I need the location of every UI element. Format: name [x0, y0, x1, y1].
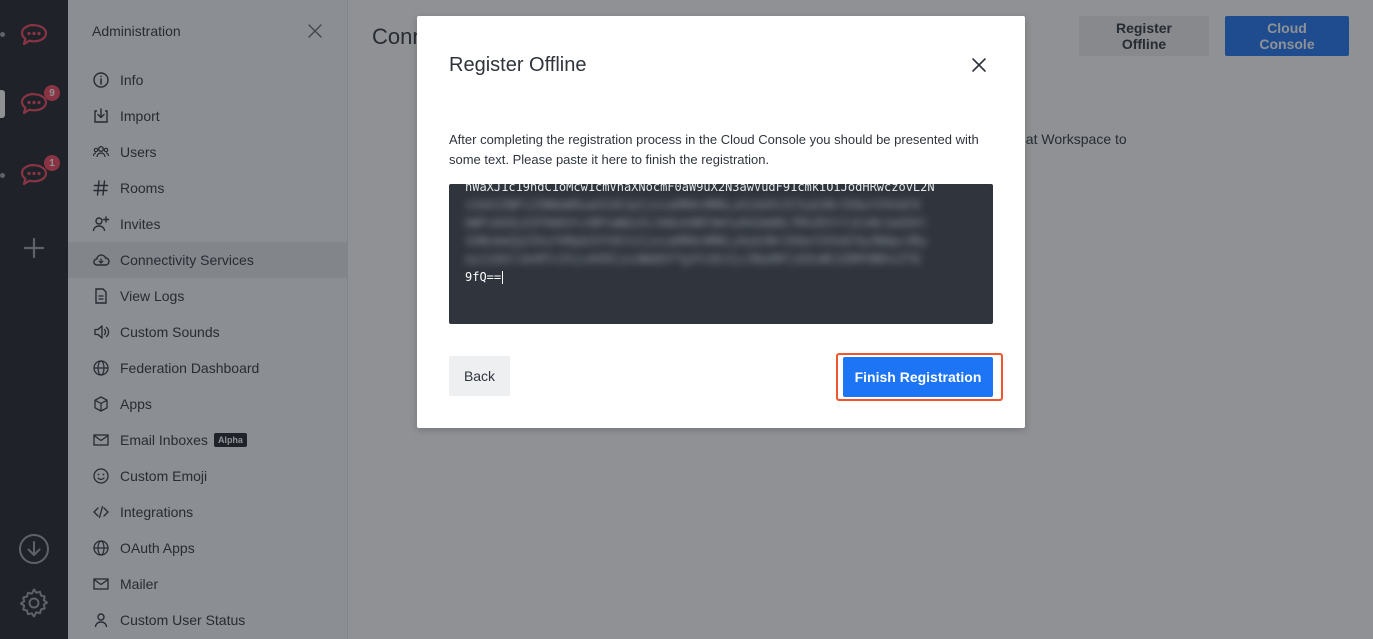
- token-line: sIm52ZWFiZ3N0aW9uaUIdXJpIjoiaHR0cHM6Ly9j…: [465, 198, 921, 212]
- token-end-line: 9fQ==: [465, 268, 977, 286]
- back-button[interactable]: Back: [449, 356, 510, 396]
- highlight-box: Finish Registration: [836, 353, 1003, 401]
- token-line: eyJjbGllbnRfc2VjcmV0IjoiNmQ5YTg3YzQtZjc2…: [465, 252, 921, 266]
- register-offline-modal: Register Offline After completing the re…: [417, 16, 1025, 428]
- token-line: IGNvbmZpZ3VyYXRpb25fdXJsIjoiaHR0cHM6Ly9y…: [465, 234, 928, 248]
- close-icon[interactable]: [969, 55, 989, 75]
- text-cursor: [502, 271, 504, 284]
- token-line: bWFsbG9jX2F0dGVtcHRfaWQiOiJkNzk0NTdmYy04…: [465, 216, 928, 230]
- finish-registration-button[interactable]: Finish Registration: [843, 357, 993, 397]
- modal-title: Register Offline: [449, 54, 587, 76]
- modal-description: After completing the registration proces…: [449, 132, 979, 167]
- registration-token-input[interactable]: hWaXJ1c19ndC1oMcw1cmVhaXNocmF0aW9uX2N3aw…: [449, 184, 993, 324]
- token-line: hWaXJ1c19ndC1oMcw1cmVhaXNocmF0aW9uX2N3aw…: [465, 184, 935, 194]
- token-end-text: 9fQ==: [465, 270, 502, 284]
